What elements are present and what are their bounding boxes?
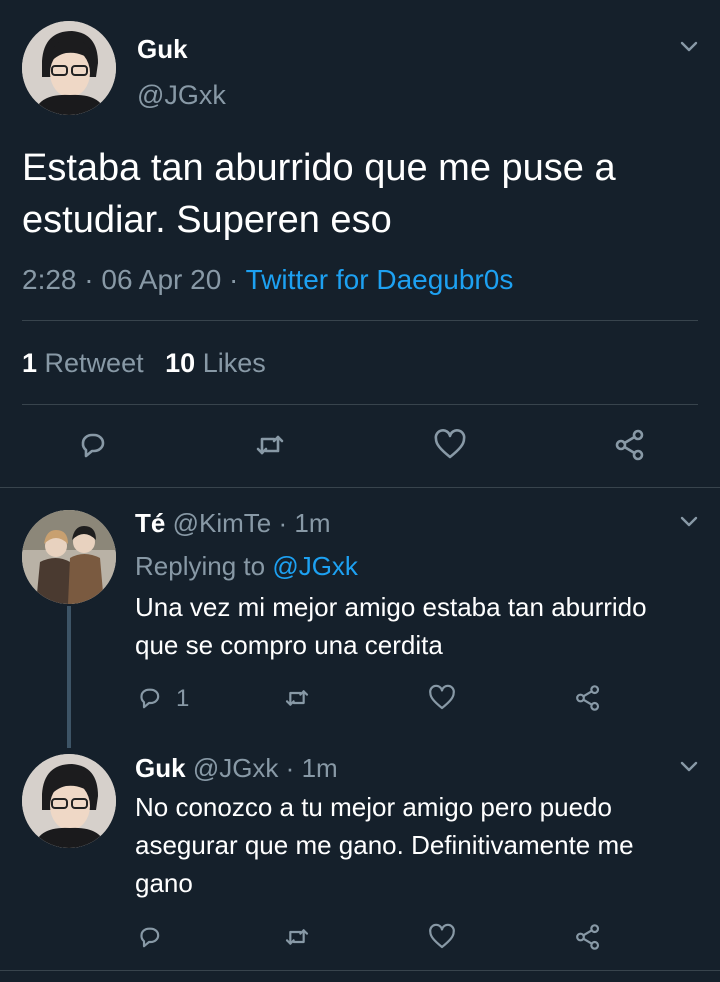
divider xyxy=(22,320,698,321)
replying-to-label: Replying to xyxy=(135,551,266,581)
separator: · xyxy=(84,264,94,295)
author-handle[interactable]: @KimTe xyxy=(173,508,272,538)
retweets-stat[interactable]: 1 Retweet xyxy=(22,348,151,378)
share-icon[interactable] xyxy=(573,683,603,713)
separator: · xyxy=(229,264,239,295)
avatar-image xyxy=(22,21,116,115)
retweet-icon[interactable] xyxy=(282,922,312,952)
divider xyxy=(22,404,698,405)
retweet-icon[interactable] xyxy=(282,683,312,713)
reply-icon[interactable] xyxy=(74,427,110,463)
like-icon[interactable] xyxy=(427,922,457,952)
tweet-time: 2:28 xyxy=(22,264,77,295)
reply-icon[interactable] xyxy=(134,922,164,952)
likes-stat[interactable]: 10 Likes xyxy=(165,348,266,378)
share-icon[interactable] xyxy=(612,427,648,463)
author-handle[interactable]: @JGxk xyxy=(137,80,226,111)
separator: · xyxy=(285,753,295,783)
reply-icon[interactable] xyxy=(134,683,164,713)
chevron-down-icon[interactable] xyxy=(678,758,700,774)
reply-text-line: que se compro una cerdita xyxy=(135,630,443,660)
avatar-image xyxy=(22,510,116,604)
divider xyxy=(0,487,720,488)
replying-to: Replying to @JGxk xyxy=(135,551,358,582)
avatar[interactable] xyxy=(22,21,116,115)
like-icon[interactable] xyxy=(432,427,468,463)
author-name[interactable]: Guk xyxy=(137,34,188,65)
chevron-down-icon[interactable] xyxy=(678,513,700,529)
divider xyxy=(0,970,720,971)
like-icon[interactable] xyxy=(427,683,457,713)
reply-header: Guk @JGxk · 1m xyxy=(135,753,338,784)
tweet-source-link[interactable]: Twitter for Daegubr0s xyxy=(246,264,514,295)
author-name[interactable]: Té xyxy=(135,508,165,538)
reply-text-line: asegurar que me gano. Definitivamente me xyxy=(135,830,634,860)
retweet-count: 1 xyxy=(22,348,38,378)
reply-count: 1 xyxy=(176,685,190,712)
tweet-meta: 2:28 · 06 Apr 20 · Twitter for Daegubr0s xyxy=(22,264,513,296)
chevron-down-icon[interactable] xyxy=(678,38,700,54)
avatar-image xyxy=(22,754,116,848)
separator: · xyxy=(278,508,288,538)
author-handle[interactable]: @JGxk xyxy=(193,753,279,783)
share-icon[interactable] xyxy=(573,922,603,952)
thread-line xyxy=(67,606,71,748)
retweet-icon[interactable] xyxy=(252,427,288,463)
reply-time: 1m xyxy=(301,753,338,783)
reply-text-line: gano xyxy=(135,868,193,898)
reply-header: Té @KimTe · 1m xyxy=(135,508,330,539)
author-name[interactable]: Guk xyxy=(135,753,186,783)
reply-text-line: No conozco a tu mejor amigo pero puedo xyxy=(135,792,612,822)
tweet-text-line: estudiar. Superen eso xyxy=(22,199,392,241)
avatar[interactable] xyxy=(22,510,116,604)
tweet-date: 06 Apr 20 xyxy=(101,264,222,295)
retweet-label: Retweet xyxy=(44,348,144,378)
like-count: 10 xyxy=(165,348,196,378)
avatar[interactable] xyxy=(22,754,116,848)
like-label: Likes xyxy=(202,348,266,378)
reply-text-line: Una vez mi mejor amigo estaba tan aburri… xyxy=(135,592,647,622)
replying-to-handle[interactable]: @JGxk xyxy=(272,551,358,581)
tweet-text-line: Estaba tan aburrido que me puse a xyxy=(22,147,616,189)
tweet-stats: 1 Retweet 10 Likes xyxy=(22,348,266,379)
reply-time: 1m xyxy=(294,508,331,538)
